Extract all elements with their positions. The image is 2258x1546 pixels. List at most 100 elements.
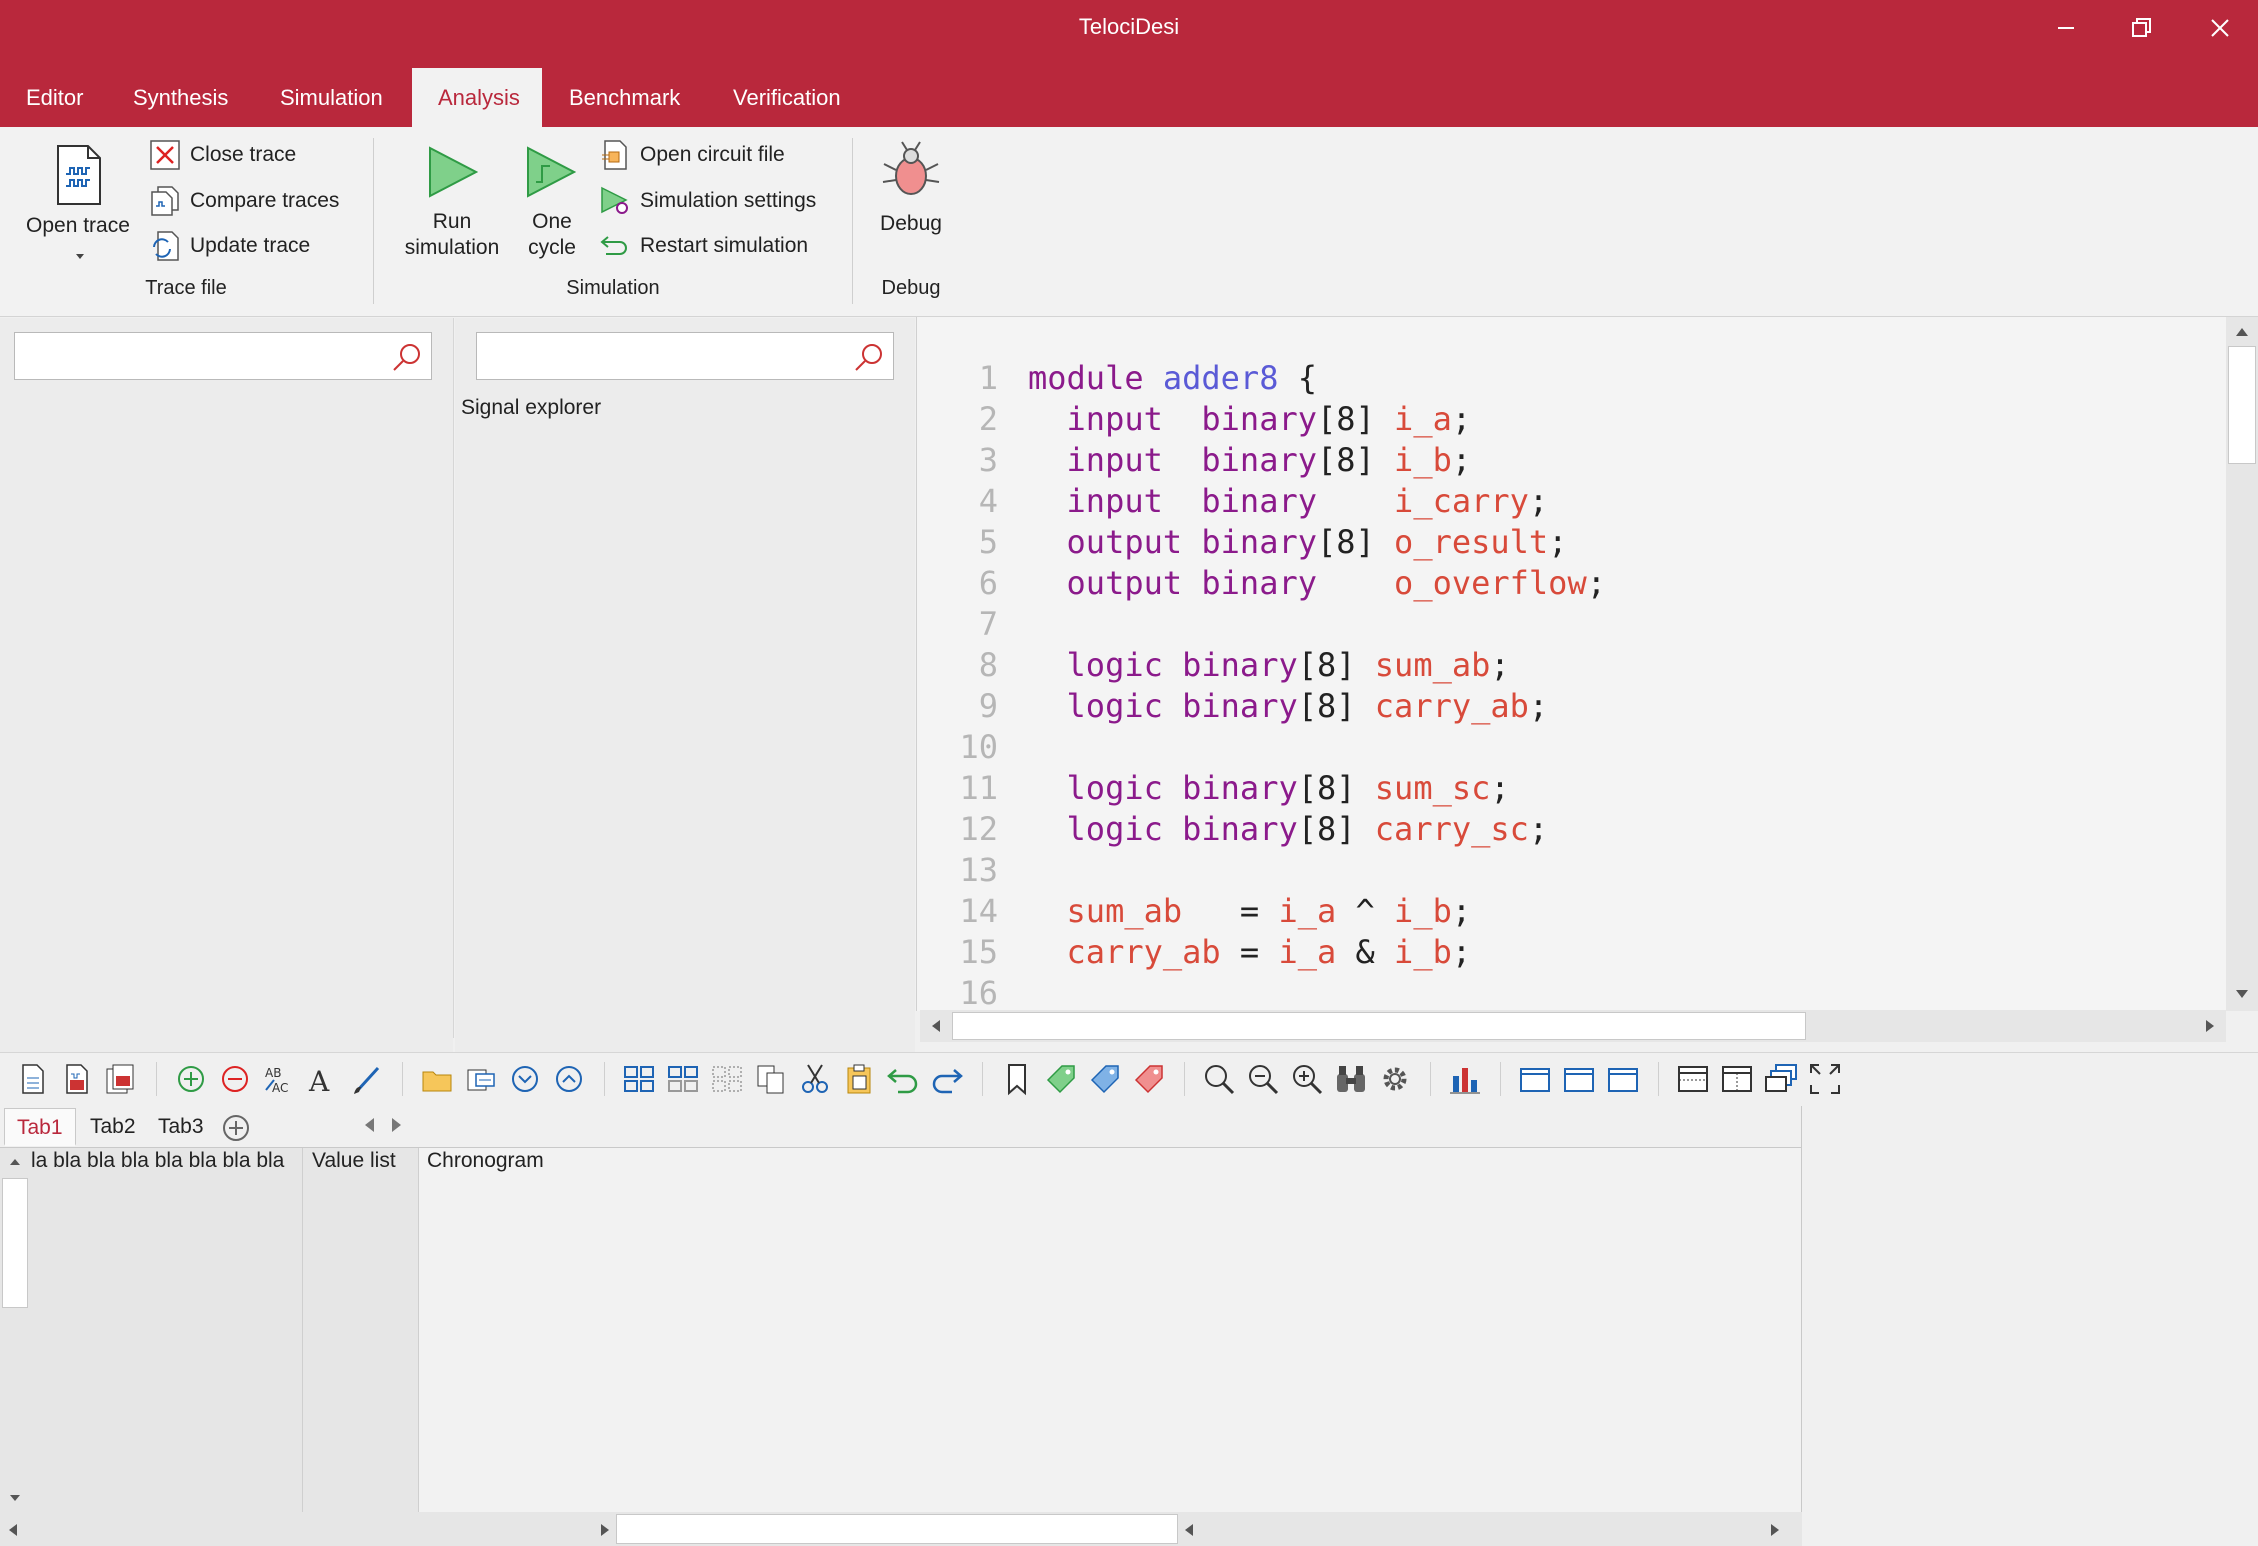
grid-dots-button[interactable] — [666, 1062, 700, 1096]
new-trace-button[interactable] — [16, 1062, 50, 1096]
tag-blue-button[interactable] — [1088, 1062, 1122, 1096]
tab-verification[interactable]: Verification — [707, 68, 867, 127]
brush-button[interactable] — [350, 1062, 384, 1096]
editor-vertical-scroll-thumb[interactable] — [2228, 346, 2256, 464]
remove-signal-button[interactable] — [218, 1062, 252, 1096]
export-button[interactable] — [464, 1062, 498, 1096]
value-list-column[interactable]: Value list — [303, 1148, 418, 1512]
restore-button[interactable] — [2106, 8, 2178, 48]
open-circuit-file-button[interactable]: Open circuit file — [600, 137, 785, 173]
pane-divider[interactable] — [453, 318, 454, 1038]
gear-button[interactable] — [1378, 1062, 1412, 1096]
code-line[interactable]: 15 carry_ab = i_a & i_b; — [940, 932, 1606, 973]
one-cycle-button[interactable]: One cycle — [512, 140, 592, 270]
cascade-button[interactable] — [1764, 1062, 1798, 1096]
debug-button[interactable]: Debug — [866, 140, 956, 270]
code-line[interactable]: 2 input binary[8] i_a; — [940, 399, 1606, 440]
grid-dashed-button[interactable] — [710, 1062, 744, 1096]
scroll-left-button[interactable] — [922, 1012, 950, 1040]
restart-simulation-button[interactable]: Restart simulation — [600, 228, 808, 264]
simulation-settings-button[interactable]: Simulation settings — [600, 183, 816, 219]
expand-down-button[interactable] — [508, 1062, 542, 1096]
tab-simulation[interactable]: Simulation — [254, 68, 409, 127]
code-line[interactable]: 13 — [940, 850, 1606, 891]
close-button[interactable] — [2184, 8, 2256, 48]
run-simulation-label-2: simulation — [404, 236, 500, 259]
close-trace-button[interactable]: Close trace — [150, 137, 296, 173]
chronogram-scroll-left-button[interactable] — [1178, 1518, 1200, 1542]
code-line[interactable]: 5 output binary[8] o_result; — [940, 522, 1606, 563]
code-line[interactable]: 10 — [940, 727, 1606, 768]
compare-traces-button[interactable]: Compare traces — [150, 183, 339, 219]
editor-horizontal-scroll-thumb[interactable] — [952, 1012, 1806, 1040]
tab-tab3[interactable]: Tab3 — [146, 1108, 216, 1146]
trace-vertical-scroll-thumb[interactable] — [2, 1178, 28, 1308]
open-folder-button[interactable] — [420, 1062, 454, 1096]
tab-benchmark[interactable]: Benchmark — [543, 68, 706, 127]
run-simulation-button[interactable]: Run simulation — [396, 140, 508, 270]
tab-editor[interactable]: Editor — [0, 68, 109, 127]
trace-scroll-up-button[interactable] — [2, 1152, 28, 1172]
grid-button[interactable] — [622, 1062, 656, 1096]
open-trace-button[interactable]: Open trace — [22, 140, 140, 270]
names-column[interactable]: la bla bla bla bla bla bla bla — [30, 1148, 302, 1512]
scroll-up-button[interactable] — [2226, 318, 2258, 346]
fullscreen-button[interactable] — [1808, 1062, 1842, 1096]
rename-button[interactable]: AB AC — [262, 1062, 296, 1096]
code-line[interactable]: 9 logic binary[8] carry_ab; — [940, 686, 1606, 727]
code-line[interactable]: 3 input binary[8] i_b; — [940, 440, 1606, 481]
code-line[interactable]: 8 logic binary[8] sum_ab; — [940, 645, 1606, 686]
chronogram-scroll-thumb[interactable] — [616, 1514, 1178, 1544]
chronogram-area[interactable]: Chronogram — [419, 1148, 1801, 1512]
names-scroll-left-button[interactable] — [2, 1518, 24, 1542]
code-lines[interactable]: 1 module adder8 {2 input binary[8] i_a; 3 … — [940, 358, 1606, 1014]
tab-scroll-left-button[interactable] — [362, 1116, 376, 1139]
bar-chart-button[interactable] — [1448, 1062, 1482, 1096]
zoom-out-button[interactable] — [1246, 1062, 1280, 1096]
binoculars-button[interactable] — [1334, 1062, 1368, 1096]
copy-button[interactable] — [754, 1062, 788, 1096]
tab-synthesis[interactable]: Synthesis — [107, 68, 254, 127]
zoom-button[interactable] — [1202, 1062, 1236, 1096]
code-line[interactable]: 14 sum_ab = i_a ^ i_b; — [940, 891, 1606, 932]
update-trace-button[interactable]: Update trace — [150, 228, 310, 264]
add-tab-button[interactable] — [222, 1114, 250, 1147]
bookmark-button[interactable] — [1000, 1062, 1034, 1096]
scroll-down-button[interactable] — [2226, 980, 2258, 1008]
undo-button[interactable] — [886, 1062, 920, 1096]
names-scroll-right-button[interactable] — [594, 1518, 616, 1542]
code-line[interactable]: 6 output binary o_overflow; — [940, 563, 1606, 604]
left-search-input[interactable] — [14, 332, 432, 380]
save-all-button[interactable] — [104, 1062, 138, 1096]
split-horizontal-button[interactable] — [1676, 1062, 1710, 1096]
window-3-button[interactable] — [1606, 1062, 1640, 1096]
zoom-in-button[interactable] — [1290, 1062, 1324, 1096]
code-line[interactable]: 4 input binary i_carry; — [940, 481, 1606, 522]
save-trace-button[interactable] — [60, 1062, 94, 1096]
code-line[interactable]: 11 logic binary[8] sum_sc; — [940, 768, 1606, 809]
add-signal-button[interactable] — [174, 1062, 208, 1096]
code-line[interactable]: 1 module adder8 { — [940, 358, 1606, 399]
split-vertical-button[interactable] — [1720, 1062, 1754, 1096]
redo-button[interactable] — [930, 1062, 964, 1096]
tab-tab2[interactable]: Tab2 — [78, 1108, 148, 1146]
window-1-button[interactable] — [1518, 1062, 1552, 1096]
window-2-button[interactable] — [1562, 1062, 1596, 1096]
code-line[interactable]: 7 — [940, 604, 1606, 645]
tag-green-button[interactable] — [1044, 1062, 1078, 1096]
font-button[interactable]: A — [306, 1062, 340, 1098]
chronogram-scroll-right-button[interactable] — [1764, 1518, 1786, 1542]
code-line[interactable]: 12 logic binary[8] carry_sc; — [940, 809, 1606, 850]
tab-tab1[interactable]: Tab1 — [4, 1108, 76, 1146]
code-line[interactable]: 16 — [940, 973, 1606, 1014]
trace-scroll-down-button[interactable] — [2, 1488, 28, 1508]
minimize-button[interactable] — [2030, 8, 2102, 48]
collapse-up-button[interactable] — [552, 1062, 586, 1096]
paste-button[interactable] — [842, 1062, 876, 1096]
signal-search-input[interactable] — [476, 332, 894, 380]
tab-scroll-right-button[interactable] — [390, 1116, 404, 1139]
tab-analysis[interactable]: Analysis — [412, 68, 542, 127]
tag-red-button[interactable] — [1132, 1062, 1166, 1096]
scroll-right-button[interactable] — [2196, 1012, 2224, 1040]
cut-button[interactable] — [798, 1062, 832, 1096]
